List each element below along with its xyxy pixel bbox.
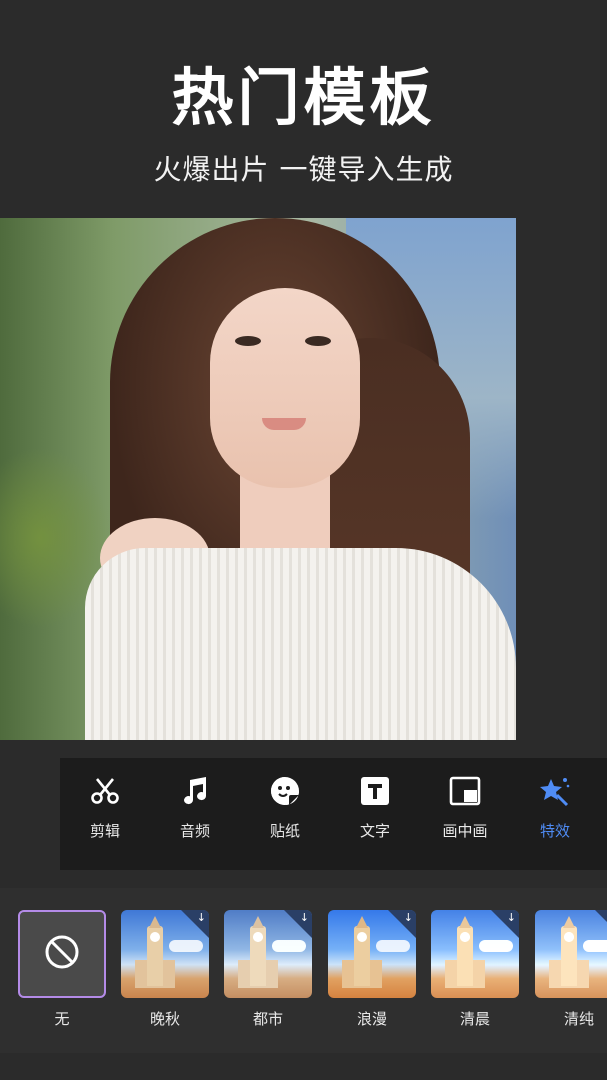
magic-star-icon bbox=[538, 774, 572, 808]
tool-sticker[interactable]: 贴纸 bbox=[240, 758, 330, 870]
tool-audio[interactable]: 音频 bbox=[150, 758, 240, 870]
filter-thumb: ↓ bbox=[121, 910, 209, 998]
filter-name: 晚秋 bbox=[149, 1010, 180, 1028]
filter-thumb: ↓ bbox=[535, 910, 607, 998]
filter-thumb: ↓ bbox=[224, 910, 312, 998]
scissors-icon bbox=[88, 774, 122, 808]
filter-romance[interactable]: ↓ 浪漫 bbox=[328, 910, 416, 1029]
filter-morning[interactable]: ↓ 清晨 bbox=[431, 910, 519, 1029]
tool-label: 文字 bbox=[359, 822, 390, 840]
download-icon: ↓ bbox=[506, 911, 516, 924]
tool-label: 贴纸 bbox=[269, 822, 300, 840]
tool-cut[interactable]: 剪辑 bbox=[60, 758, 150, 870]
picture-in-picture-icon bbox=[448, 774, 482, 808]
tool-pip[interactable]: 画中画 bbox=[420, 758, 510, 870]
filter-pure[interactable]: ↓ 清纯 bbox=[535, 910, 607, 1029]
tool-text[interactable]: 文字 bbox=[330, 758, 420, 870]
filter-late-autumn[interactable]: ↓ 晚秋 bbox=[121, 910, 209, 1029]
download-icon: ↓ bbox=[196, 911, 206, 924]
page-title: 热门模板 bbox=[171, 61, 436, 134]
tool-label: 音频 bbox=[179, 822, 210, 840]
edit-toolbar: 剪辑 音频 贴纸 文字 画中画 特效 bbox=[60, 758, 607, 870]
filter-thumb: ↓ bbox=[431, 910, 519, 998]
tool-label: 画中画 bbox=[442, 822, 488, 840]
filter-city[interactable]: ↓ 都市 bbox=[224, 910, 312, 1029]
download-icon: ↓ bbox=[403, 911, 413, 924]
page-subtitle: 火爆出片 一键导入生成 bbox=[153, 153, 454, 186]
tool-effects[interactable]: 特效 bbox=[510, 758, 600, 870]
filter-name: 清纯 bbox=[563, 1010, 594, 1028]
filter-name: 浪漫 bbox=[356, 1010, 387, 1028]
music-note-icon bbox=[178, 774, 212, 808]
filter-strip: 无 ↓ 晚秋 ↓ 都市 ↓ 浪漫 ↓ 清晨 ↓ 清纯 bbox=[0, 888, 607, 1053]
filter-none[interactable]: 无 bbox=[18, 910, 106, 1029]
sticker-icon bbox=[268, 774, 302, 808]
none-circle-icon bbox=[44, 934, 80, 974]
download-icon: ↓ bbox=[299, 911, 309, 924]
filter-name: 清晨 bbox=[459, 1010, 490, 1028]
filter-thumb: ↓ bbox=[328, 910, 416, 998]
filter-name: 都市 bbox=[252, 1010, 283, 1028]
text-icon bbox=[358, 774, 392, 808]
filter-thumb bbox=[18, 910, 106, 998]
tool-label: 剪辑 bbox=[89, 822, 120, 840]
tool-label: 特效 bbox=[539, 822, 570, 840]
preview-photo[interactable] bbox=[0, 218, 516, 740]
filter-name: 无 bbox=[54, 1010, 70, 1028]
